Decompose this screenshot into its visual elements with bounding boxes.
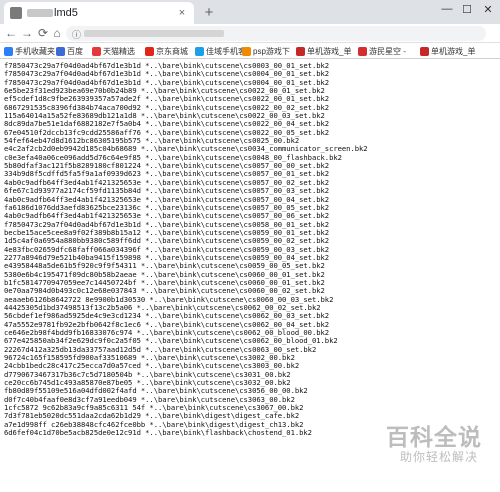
bookmark-label: 天猫精选 [103, 46, 135, 56]
bookmark-label: 佳域手机客 [206, 46, 246, 56]
bookmark-favicon-icon [195, 46, 204, 56]
bookmark-label: psp游戏下 [253, 46, 290, 56]
tab-title: lmd5 [27, 7, 171, 19]
bookmark-item[interactable]: 京东商城 [145, 45, 188, 57]
bookmark-label: 百度 [67, 46, 83, 56]
bookmark-item[interactable]: 单机游戏_单 [296, 45, 351, 57]
bookmark-item[interactable]: 佳域手机客 [195, 45, 246, 57]
bookmark-favicon-icon [4, 46, 13, 56]
watermark-tagline: 助你轻松解决 [400, 450, 479, 464]
back-arrow-icon[interactable]: ← [4, 26, 18, 40]
bookmark-item[interactable]: 天猫精选 [92, 45, 135, 57]
bookmark-favicon-icon [358, 46, 367, 56]
watermark-logo: 百科全说 [386, 425, 482, 451]
title-bar: lmd5 × + — ☐ ✕ [0, 0, 500, 24]
address-bar[interactable]: ⓘ [66, 26, 486, 41]
bookmark-label: 单机游戏_单 [431, 46, 476, 56]
browser-tab[interactable]: lmd5 × [4, 2, 194, 24]
watermark: 百科全说 助你轻松解决 [386, 418, 498, 488]
bookmark-item[interactable]: 游民星空 - [358, 45, 406, 57]
info-icon[interactable]: ⓘ [72, 28, 81, 41]
redacted-url [84, 30, 224, 37]
tab-title-text: lmd5 [54, 7, 78, 19]
new-tab-button[interactable]: + [200, 4, 218, 22]
bookmark-label: 游民星空 - [369, 46, 406, 56]
bookmark-item[interactable]: 百度 [56, 45, 83, 57]
bookmark-item[interactable]: 手机收藏夹 [4, 45, 55, 57]
bookmark-label: 京东商城 [156, 46, 188, 56]
bookmark-item[interactable]: 单机游戏_单 [420, 45, 475, 57]
bookmark-favicon-icon [145, 46, 154, 56]
forward-arrow-icon[interactable]: → [20, 26, 34, 40]
bookmark-favicon-icon [56, 46, 65, 56]
bookmark-favicon-icon [296, 46, 305, 56]
redacted-text [27, 9, 53, 18]
tab-close-icon[interactable]: × [176, 7, 188, 19]
bookmarks-bar: 手机收藏夹 百度 天猫精选 京东商城 佳域手机客 psp游戏下 单机游戏_单 游民星空 - 单机… [0, 43, 500, 59]
bookmark-item[interactable]: psp游戏下 [242, 45, 290, 57]
reload-icon[interactable]: ⟳ [36, 26, 50, 40]
bookmark-favicon-icon [92, 46, 101, 56]
close-window-button[interactable]: ✕ [479, 3, 497, 16]
bookmark-label: 手机收藏夹 [15, 46, 55, 56]
bookmark-label: 单机游戏_单 [307, 46, 352, 56]
page-favicon-icon [10, 7, 22, 19]
minimize-button[interactable]: — [438, 3, 456, 15]
home-icon[interactable]: ⌂ [50, 26, 64, 40]
bookmark-favicon-icon [242, 46, 251, 56]
bookmark-favicon-icon [420, 46, 429, 56]
navigation-toolbar: ← → ⟳ ⌂ ⓘ [0, 24, 500, 43]
maximize-button[interactable]: ☐ [458, 3, 476, 16]
